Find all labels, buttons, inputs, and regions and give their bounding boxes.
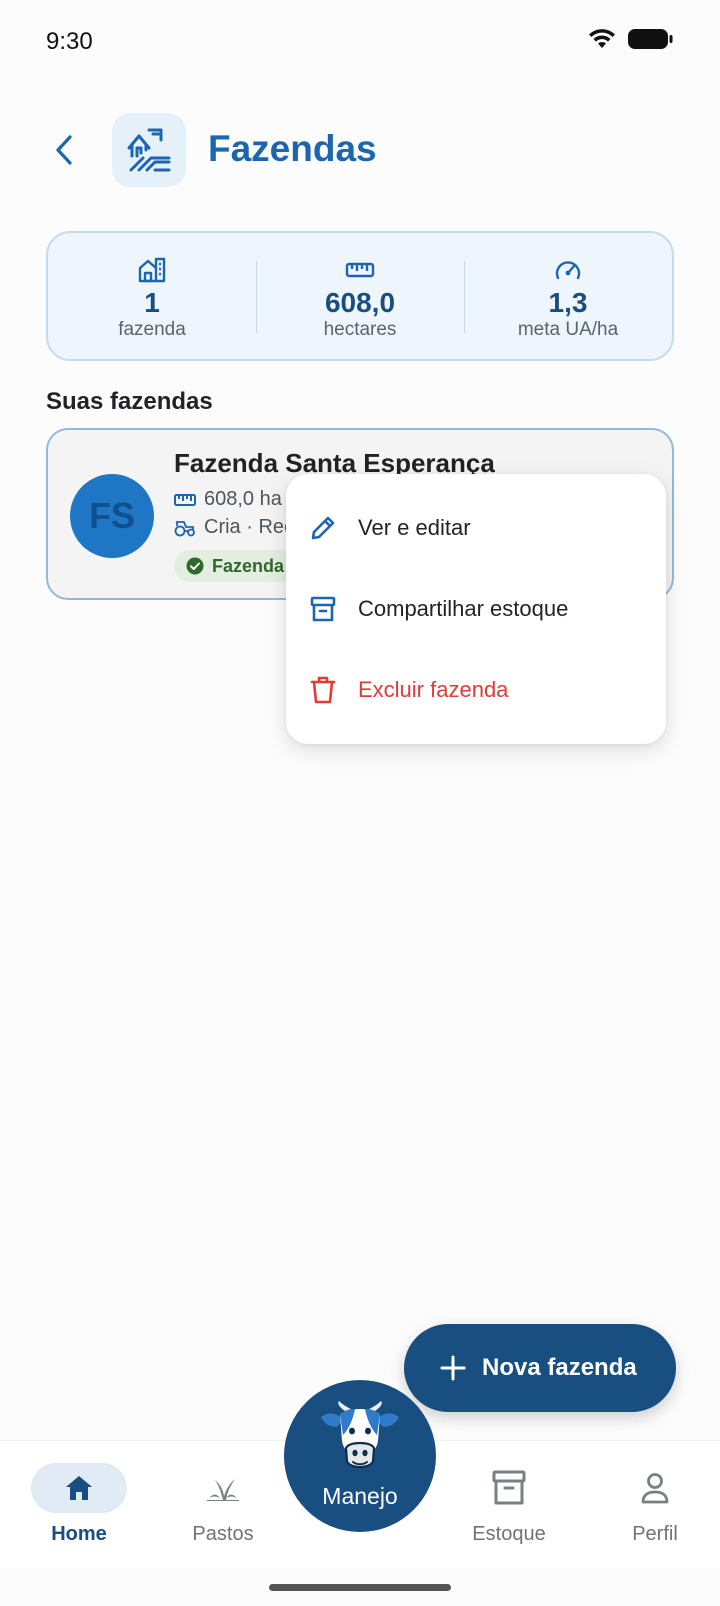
nav-active-indicator [31,1463,127,1513]
nav-label: Perfil [632,1523,678,1545]
gauge-icon [555,261,581,280]
pencil-icon [308,513,338,543]
top-app-bar: Fazendas [0,108,720,188]
back-button[interactable] [44,130,84,170]
nav-item-perfil[interactable]: Perfil [595,1463,715,1546]
person-icon [641,1473,669,1504]
menu-item-edit[interactable]: Ver e editar [286,488,666,568]
ruler-icon [174,493,196,506]
status-icons [588,28,674,55]
status-time: 9:30 [46,28,93,55]
home-icon [66,1476,92,1500]
archive-icon [308,594,338,624]
nav-label: Home [51,1523,107,1545]
stat-value: 1,3 [548,287,588,318]
chevron-left-icon [56,135,72,165]
menu-item-label: Compartilhar estoque [358,596,569,621]
manejo-button[interactable]: Manejo [284,1380,436,1532]
home-indicator [269,1584,451,1591]
stat-label: meta UA/ha [517,319,619,340]
stat-farms: 1 fazenda [48,233,256,359]
wifi-icon [588,28,616,55]
stat-value: 608,0 [324,287,396,318]
nav-pill [461,1463,557,1513]
nav-pill [607,1463,703,1513]
farm-area-row: 608,0 ha [174,488,282,511]
page-title: Fazendas [208,128,377,169]
stat-value: 1 [144,287,160,318]
tractor-icon [174,520,195,536]
farm-status-badge: Fazenda [174,550,299,582]
new-farm-label: Nova fazenda [482,1354,637,1381]
nav-pill [175,1463,271,1513]
check-circle-icon [186,557,204,575]
farm-field-icon [127,128,171,172]
farm-building-icon [138,257,166,283]
farm-badge-label: Fazenda [212,555,285,576]
section-title: Suas fazendas [46,388,213,415]
status-bar: 9:30 [0,0,720,86]
plus-icon [440,1355,466,1381]
farm-avatar: FS [70,474,154,558]
nav-item-home[interactable]: Home [19,1463,139,1546]
ruler-icon [345,262,375,278]
trash-icon [308,675,338,705]
summary-stats-card: 1 fazenda 608,0 hectares 1,3 meta UA/ha [46,231,674,361]
farm-title-icon [112,113,186,187]
archive-icon [492,1470,526,1505]
nav-label: Estoque [472,1523,546,1545]
nav-label: Pastos [192,1523,254,1545]
stat-label: fazenda [118,319,186,340]
menu-item-delete[interactable]: Excluir fazenda [286,650,666,730]
manejo-label: Manejo [322,1483,398,1509]
menu-item-label: Ver e editar [358,515,471,540]
nav-item-pastos[interactable]: Pastos [163,1463,283,1546]
cow-icon [321,1401,399,1469]
stat-goal: 1,3 meta UA/ha [464,233,672,359]
farm-activity-row: Cria · Rec [174,516,294,539]
stat-label: hectares [323,319,397,340]
grass-icon [207,1479,239,1501]
farm-area: 608,0 ha [204,488,282,510]
menu-item-label: Excluir fazenda [358,677,509,702]
farm-activity: Cria · Rec [204,516,295,538]
stat-hectares: 608,0 hectares [256,233,464,359]
battery-icon [628,28,674,55]
farm-context-menu: Ver e editar Compartilhar estoque Exclui… [286,474,666,744]
nav-item-estoque[interactable]: Estoque [449,1463,569,1546]
menu-item-share-stock[interactable]: Compartilhar estoque [286,569,666,649]
new-farm-button[interactable]: Nova fazenda [404,1324,676,1412]
